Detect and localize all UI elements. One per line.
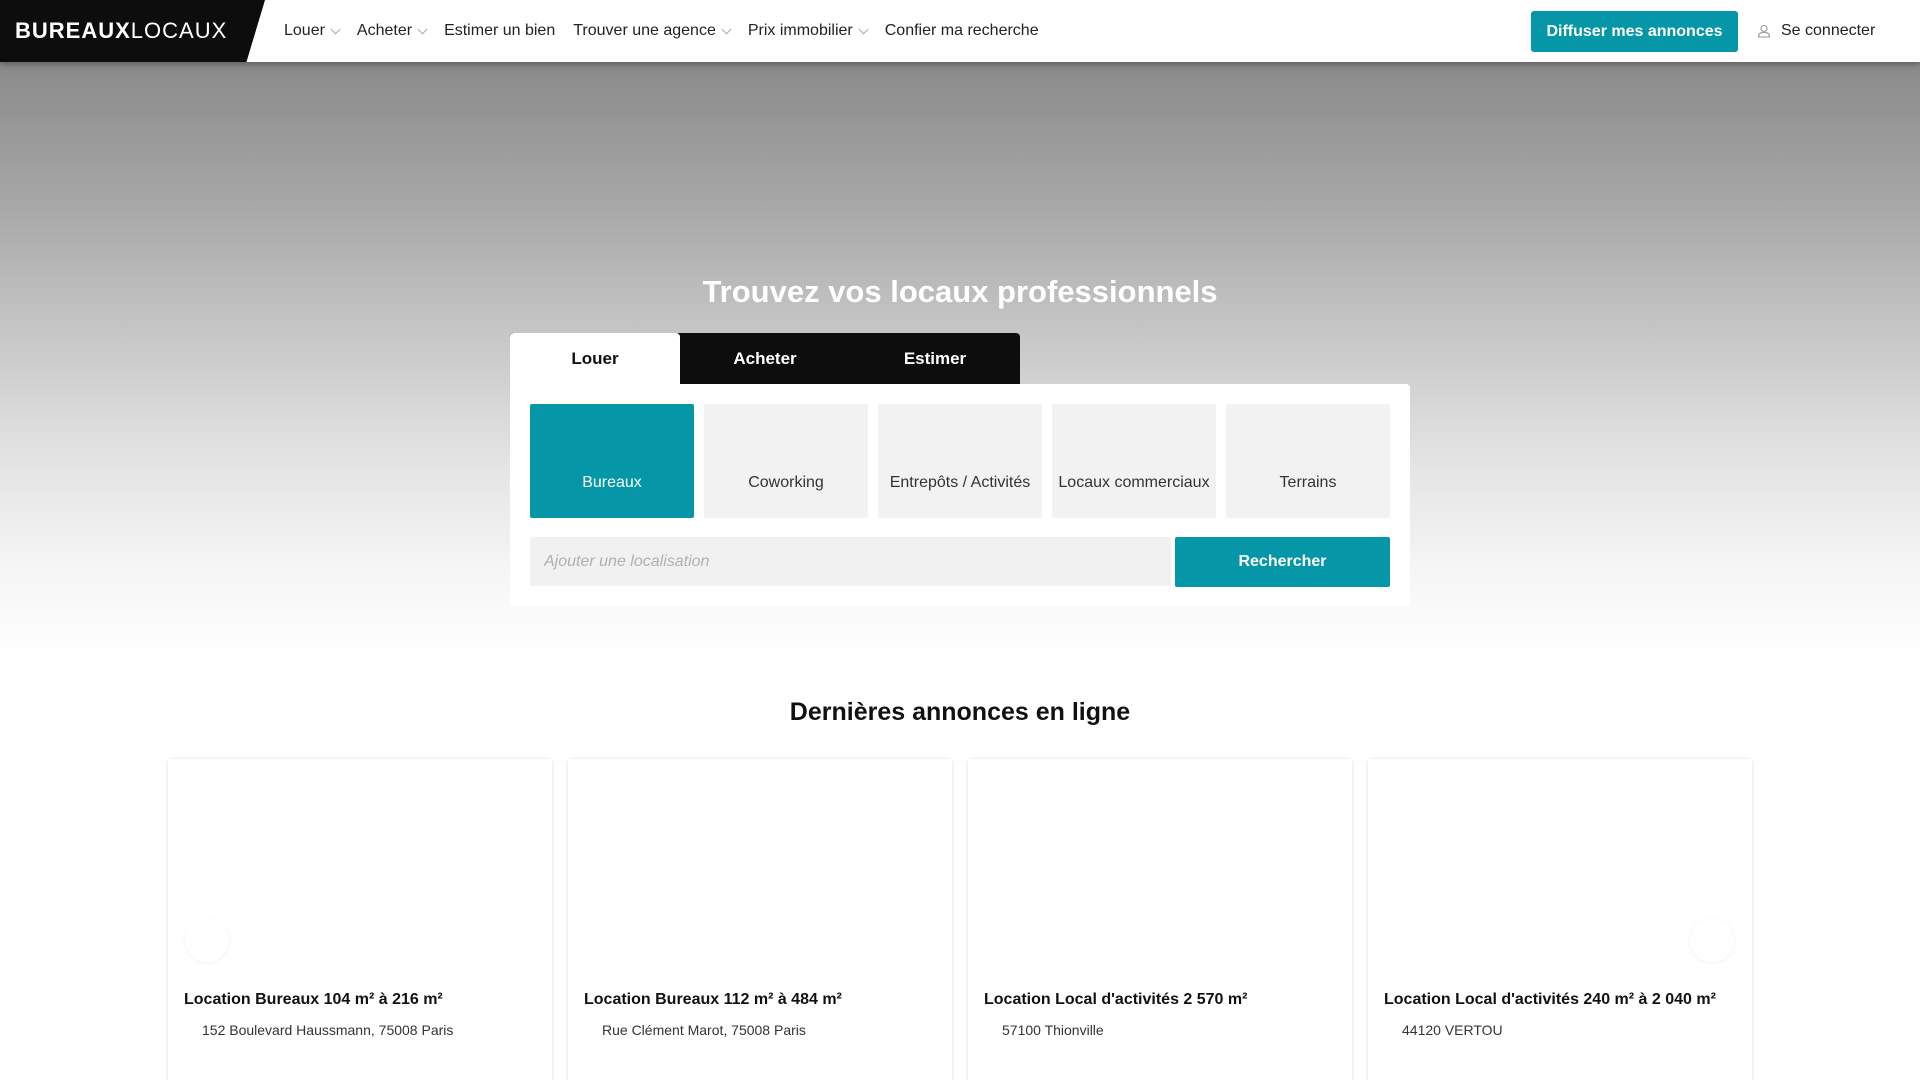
listing-card[interactable]: Location Local d'activités 2 570 m² 5710…	[968, 759, 1352, 1080]
nav-item-louer[interactable]: Louer	[275, 22, 348, 40]
nav-item-label: Acheter	[356, 22, 413, 39]
listing-address: 44120 VERTOU	[1402, 1022, 1503, 1038]
site-header: BUREAUX LOCAUX Louer Acheter Estimer un b…	[0, 0, 1920, 62]
listing-address: 152 Boulevard Haussmann, 75008 Paris	[202, 1022, 454, 1038]
login-link[interactable]: Se connecter	[1757, 0, 1875, 62]
listing-image	[968, 759, 1352, 974]
type-locaux-commerciaux[interactable]: Locaux commerciaux	[1052, 404, 1216, 518]
hero-section: Trouvez vos locaux professionnels Louer …	[0, 62, 1920, 662]
nav-item-label: Trouver une agence	[573, 22, 716, 39]
property-type-selector: Bureaux Coworking Entrepôts / Activités …	[530, 404, 1390, 518]
tab-estimer[interactable]: Estimer	[850, 333, 1020, 384]
carousel-prev-button[interactable]	[185, 918, 229, 962]
nav-item-confier-recherche[interactable]: Confier ma recherche	[876, 22, 1048, 40]
listing-title: Location Bureaux 104 m² à 216 m²	[184, 991, 443, 1008]
nav-item-label: Estimer un bien	[444, 22, 556, 39]
listing-address: 57100 Thionville	[1002, 1022, 1104, 1038]
tab-louer[interactable]: Louer	[510, 333, 680, 384]
listing-card[interactable]: Location Local d'activités 240 m² à 2 04…	[1368, 759, 1752, 1080]
listing-card[interactable]: Location Bureaux 112 m² à 484 m² Rue Clé…	[568, 759, 952, 1080]
search-panel: Bureaux Coworking Entrepôts / Activités …	[510, 384, 1410, 607]
location-search-input[interactable]	[530, 537, 1171, 586]
listings-carousel: Location Bureaux 104 m² à 216 m² 152 Bou…	[168, 759, 1752, 1080]
chevron-down-icon	[417, 24, 428, 34]
nav-item-trouver-agence[interactable]: Trouver une agence	[564, 22, 739, 40]
user-icon	[1757, 24, 1771, 38]
type-coworking[interactable]: Coworking	[704, 404, 868, 518]
listing-title: Location Bureaux 112 m² à 484 m²	[584, 991, 842, 1008]
type-bureaux[interactable]: Bureaux	[530, 404, 694, 518]
logo-part-2: LOCAUX	[130, 18, 228, 43]
nav-item-label: Louer	[284, 22, 325, 39]
listing-card[interactable]: Location Bureaux 104 m² à 216 m² 152 Bou…	[168, 759, 552, 1080]
transaction-tabs: Louer Acheter Estimer	[510, 333, 1020, 384]
publish-listings-button[interactable]: Diffuser mes annonces	[1531, 11, 1738, 52]
nav-item-estimer[interactable]: Estimer un bien	[435, 22, 564, 40]
type-entrepots-activites[interactable]: Entrepôts / Activités	[878, 404, 1042, 518]
listing-title: Location Local d'activités 240 m² à 2 04…	[1384, 991, 1716, 1008]
logo-part-1: BUREAUX	[15, 18, 131, 43]
nav-item-acheter[interactable]: Acheter	[348, 22, 435, 40]
search-button[interactable]: Rechercher	[1175, 537, 1390, 587]
nav-item-label: Confier ma recherche	[884, 22, 1039, 39]
chevron-down-icon	[858, 24, 869, 34]
hero-title: Trouvez vos locaux professionnels	[702, 274, 1218, 309]
main-nav: Louer Acheter Estimer un bien Trouver un…	[275, 0, 1048, 62]
nav-item-prix-immobilier[interactable]: Prix immobilier	[739, 22, 876, 40]
chevron-down-icon	[330, 24, 341, 34]
listing-address: Rue Clément Marot, 75008 Paris	[602, 1022, 806, 1038]
chevron-down-icon	[721, 24, 732, 34]
login-label: Se connecter	[1781, 22, 1876, 39]
site-logo[interactable]: BUREAUX LOCAUX	[0, 0, 265, 62]
tab-acheter[interactable]: Acheter	[680, 333, 850, 384]
listing-title: Location Local d'activités 2 570 m²	[984, 991, 1248, 1008]
type-terrains[interactable]: Terrains	[1226, 404, 1390, 518]
carousel-next-button[interactable]	[1690, 918, 1734, 962]
nav-item-label: Prix immobilier	[747, 22, 853, 39]
listings-title: Dernières annonces en ligne	[789, 698, 1131, 726]
listing-image	[568, 759, 952, 974]
